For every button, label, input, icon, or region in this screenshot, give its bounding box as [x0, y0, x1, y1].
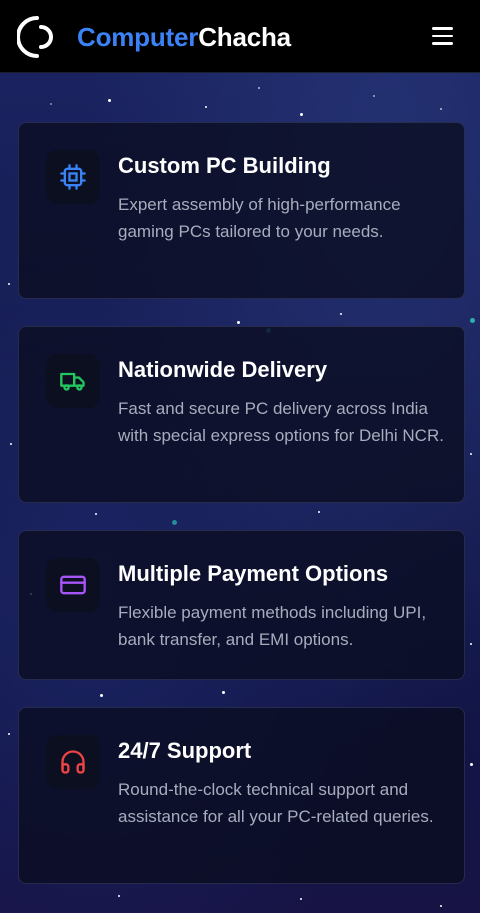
service-title: 24/7 Support [118, 738, 252, 763]
brand-part-computer: Computer [77, 22, 199, 52]
service-description: Fast and secure PC delivery across India… [118, 399, 444, 445]
cpu-chip-icon [46, 150, 100, 204]
service-card-delivery[interactable]: Nationwide Delivery Fast and secure PC d… [18, 326, 465, 503]
service-title: Multiple Payment Options [118, 561, 389, 586]
credit-card-icon [46, 558, 100, 612]
service-description: Round-the-clock technical support and as… [118, 780, 434, 826]
service-card-payment[interactable]: Multiple Payment Options Flexible paymen… [18, 530, 465, 680]
hamburger-menu-icon[interactable] [428, 24, 458, 50]
service-description: Flexible payment methods including UPI, … [118, 603, 427, 649]
service-card-support[interactable]: 24/7 Support Round-the-clock technical s… [18, 707, 465, 884]
service-title: Nationwide Delivery [118, 357, 328, 382]
service-title: Custom PC Building [118, 153, 331, 178]
brand-logo-text[interactable]: ComputerChacha [77, 22, 291, 53]
brand-part-chacha: Chacha [198, 22, 291, 52]
site-header: ComputerChacha [0, 0, 480, 73]
circle-arc-logo-icon[interactable] [17, 14, 57, 60]
service-card-custom-pc[interactable]: Custom PC Building Expert assembly of hi… [18, 122, 465, 299]
service-description: Expert assembly of high-performance gami… [118, 195, 401, 241]
headphones-icon [46, 735, 100, 789]
delivery-truck-icon [46, 354, 100, 408]
